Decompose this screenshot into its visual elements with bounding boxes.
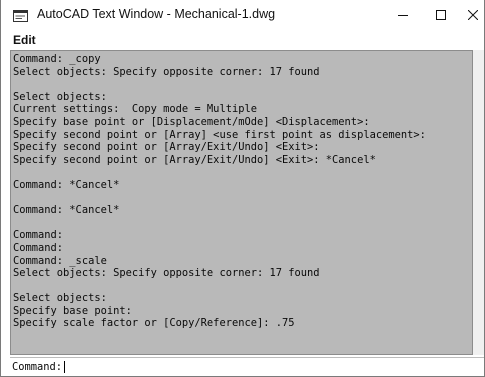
history-line: Command: _copy xyxy=(13,53,101,65)
history-line: Select objects: xyxy=(13,90,107,103)
history-line xyxy=(13,280,472,293)
history-line: Command: xyxy=(13,229,64,242)
command-line[interactable]: Command: xyxy=(10,357,484,376)
minimize-button[interactable] xyxy=(383,0,423,30)
history-line: Specify second point or [Array/Exit/Undo… xyxy=(13,153,376,166)
history-line: Command: *Cancel* xyxy=(13,178,120,191)
history-line xyxy=(13,217,472,230)
command-history[interactable]: Command: _copy Select objects: Specify op… xyxy=(10,50,473,355)
history-line: Select objects: Specify opposite corner:… xyxy=(13,65,320,78)
history-line: Command: _scale xyxy=(13,254,107,267)
window-title: AutoCAD Text Window - Mechanical-1.dwg xyxy=(37,7,276,21)
close-button[interactable] xyxy=(453,0,485,30)
history-line: Specify base point: xyxy=(13,304,132,317)
history-line: Specify base point or [Displacement/mOde… xyxy=(13,115,370,128)
command-prompt: Command: xyxy=(12,361,63,373)
minimize-icon xyxy=(398,15,408,16)
history-line xyxy=(13,192,472,205)
autocad-text-window: AutoCAD Text Window - Mechanical-1.dwg E… xyxy=(0,0,485,377)
history-line: Command: *Cancel* xyxy=(13,204,120,217)
menu-edit[interactable]: Edit xyxy=(13,33,36,47)
history-line: Specify second point or [Array/Exit/Undo… xyxy=(13,141,320,154)
menu-bar: Edit xyxy=(1,30,484,50)
history-line: Select objects: Specify opposite corner:… xyxy=(13,267,320,280)
history-line: Select objects: xyxy=(13,292,107,305)
autocad-text-window-icon[interactable] xyxy=(13,9,28,22)
close-icon xyxy=(468,10,478,20)
vertical-scrollbar[interactable] xyxy=(473,50,484,355)
title-bar[interactable]: AutoCAD Text Window - Mechanical-1.dwg xyxy=(1,0,484,30)
history-line: Specify scale factor or [Copy/Reference]… xyxy=(13,317,295,330)
text-cursor xyxy=(64,361,66,373)
history-line xyxy=(13,78,472,91)
maximize-icon xyxy=(436,10,446,20)
history-line: Specify second point or [Array] <use fir… xyxy=(13,128,426,141)
history-line: Command: xyxy=(13,241,64,254)
command-input[interactable] xyxy=(71,360,472,374)
history-line: Current settings: Copy mode = Multiple xyxy=(13,103,257,116)
history-line xyxy=(13,166,472,179)
